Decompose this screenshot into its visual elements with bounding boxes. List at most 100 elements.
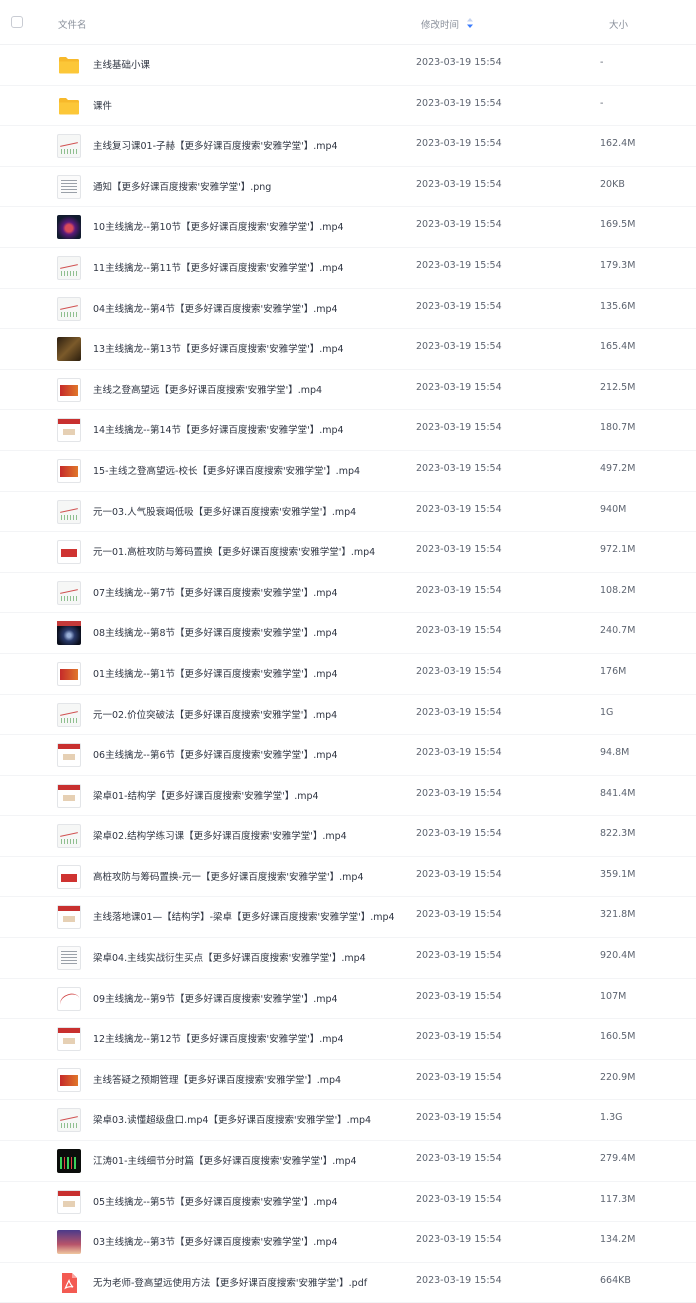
file-size: 212.5M xyxy=(600,381,636,393)
file-size: 940M xyxy=(600,503,627,515)
file-row[interactable]: 15-主线之登高望远-校长【更多好课百度搜索'安雅学堂'】.mp4 2023-03… xyxy=(0,451,696,492)
file-name[interactable]: 10主线擒龙--第10节【更多好课百度搜索'安雅学堂'】.mp4 xyxy=(93,219,344,233)
file-row[interactable]: 主线答疑之预期管理【更多好课百度搜索'安雅学堂'】.mp4 2023-03-19 … xyxy=(0,1060,696,1101)
file-modified-time: 2023-03-19 15:54 xyxy=(416,706,502,718)
file-name[interactable]: 主线之登高望远【更多好课百度搜索'安雅学堂'】.mp4 xyxy=(93,382,322,396)
video-thumbnail-icon xyxy=(57,458,81,483)
file-modified-time: 2023-03-19 15:54 xyxy=(416,57,502,68)
file-size: 162.4M xyxy=(600,138,636,150)
file-row[interactable]: 主线复习课01-子赫【更多好课百度搜索'安雅学堂'】.mp4 2023-03-19… xyxy=(0,126,696,167)
file-size: 180.7M xyxy=(600,422,636,434)
file-size: 664KB xyxy=(600,1274,631,1286)
file-row[interactable]: 通知【更多好课百度搜索'安雅学堂'】.png 2023-03-19 15:54 20… xyxy=(0,167,696,208)
file-row[interactable]: 11主线擒龙--第11节【更多好课百度搜索'安雅学堂'】.mp4 2023-03-… xyxy=(0,248,696,289)
video-thumbnail-icon xyxy=(57,1230,81,1255)
file-name[interactable]: 12主线擒龙--第12节【更多好课百度搜索'安雅学堂'】.mp4 xyxy=(93,1031,344,1045)
file-row[interactable]: 江涛01-主线细节分时篇【更多好课百度搜索'安雅学堂'】.mp4 2023-03-… xyxy=(0,1141,696,1182)
file-row[interactable]: 主线落地课01—【结构学】-梁卓【更多好课百度搜索'安雅学堂'】.mp4 2023… xyxy=(0,897,696,939)
file-list: 主线基础小课 2023-03-19 15:54 - 课件 2023-03-19 15:5… xyxy=(0,45,696,1303)
column-header-modified-time[interactable]: 修改时间 xyxy=(421,17,459,31)
file-name[interactable]: 04主线擒龙--第4节【更多好课百度搜索'安雅学堂'】.mp4 xyxy=(93,301,338,315)
file-name[interactable]: 梁卓04.主线实战衍生买点【更多好课百度搜索'安雅学堂'】.mp4 xyxy=(93,950,366,964)
file-name[interactable]: 主线答疑之预期管理【更多好课百度搜索'安雅学堂'】.mp4 xyxy=(93,1072,341,1086)
file-name[interactable]: 无为老师-登高望远使用方法【更多好课百度搜索'安雅学堂'】.pdf xyxy=(93,1275,367,1289)
file-name[interactable]: 梁卓02.结构学练习课【更多好课百度搜索'安雅学堂'】.mp4 xyxy=(93,828,347,842)
file-name[interactable]: 11主线擒龙--第11节【更多好课百度搜索'安雅学堂'】.mp4 xyxy=(93,260,344,274)
file-row[interactable]: 梁卓03.读懂超级盘口.mp4【更多好课百度搜索'安雅学堂'】.mp4 2023-… xyxy=(0,1100,696,1142)
file-name[interactable]: 课件 xyxy=(93,98,112,112)
file-modified-time: 2023-03-19 15:54 xyxy=(416,665,502,677)
file-name[interactable]: 主线基础小课 xyxy=(93,57,150,71)
file-row[interactable]: 03主线擒龙--第3节【更多好课百度搜索'安雅学堂'】.mp4 2023-03-1… xyxy=(0,1222,696,1263)
file-row[interactable]: 06主线擒龙--第6节【更多好课百度搜索'安雅学堂'】.mp4 2023-03-1… xyxy=(0,735,696,776)
file-row[interactable]: 05主线擒龙--第5节【更多好课百度搜索'安雅学堂'】.mp4 2023-03-1… xyxy=(0,1182,696,1223)
file-name[interactable]: 01主线擒龙--第1节【更多好课百度搜索'安雅学堂'】.mp4 xyxy=(93,666,338,680)
file-size: 1.3G xyxy=(600,1112,623,1124)
file-row[interactable]: 主线基础小课 2023-03-19 15:54 - xyxy=(0,45,696,86)
select-all-checkbox[interactable] xyxy=(11,16,23,28)
video-thumbnail-icon xyxy=(57,377,81,402)
video-thumbnail-icon xyxy=(57,1108,81,1133)
column-header-size[interactable]: 大小 xyxy=(609,17,628,31)
file-row[interactable]: 课件 2023-03-19 15:54 - xyxy=(0,86,696,127)
file-name[interactable]: 江涛01-主线细节分时篇【更多好课百度搜索'安雅学堂'】.mp4 xyxy=(93,1153,357,1167)
file-row[interactable]: 高桩攻防与筹码置换-元一【更多好课百度搜索'安雅学堂'】.mp4 2023-03-… xyxy=(0,857,696,898)
file-name[interactable]: 08主线擒龙--第8节【更多好课百度搜索'安雅学堂'】.mp4 xyxy=(93,625,338,639)
file-name[interactable]: 梁卓03.读懂超级盘口.mp4【更多好课百度搜索'安雅学堂'】.mp4 xyxy=(93,1112,371,1126)
file-name[interactable]: 06主线擒龙--第6节【更多好课百度搜索'安雅学堂'】.mp4 xyxy=(93,747,338,761)
file-modified-time: 2023-03-19 15:54 xyxy=(416,787,502,799)
file-name[interactable]: 03主线擒龙--第3节【更多好课百度搜索'安雅学堂'】.mp4 xyxy=(93,1234,338,1248)
file-row[interactable]: 主线之登高望远【更多好课百度搜索'安雅学堂'】.mp4 2023-03-19 15… xyxy=(0,370,696,411)
file-row[interactable]: 13主线擒龙--第13节【更多好课百度搜索'安雅学堂'】.mp4 2023-03-… xyxy=(0,329,696,370)
file-modified-time: 2023-03-19 15:54 xyxy=(416,97,502,109)
file-row[interactable]: 元一03.人气股衰竭低吸【更多好课百度搜索'安雅学堂'】.mp4 2023-03-… xyxy=(0,492,696,533)
video-thumbnail-icon xyxy=(57,1189,81,1214)
file-row[interactable]: 09主线擒龙--第9节【更多好课百度搜索'安雅学堂'】.mp4 2023-03-1… xyxy=(0,979,696,1020)
file-size: 117.3M xyxy=(600,1193,636,1205)
file-row[interactable]: 无为老师-登高望远使用方法【更多好课百度搜索'安雅学堂'】.pdf 2023-03… xyxy=(0,1263,696,1303)
file-name[interactable]: 元一03.人气股衰竭低吸【更多好课百度搜索'安雅学堂'】.mp4 xyxy=(93,504,356,518)
video-thumbnail-icon xyxy=(57,661,81,686)
file-name[interactable]: 主线复习课01-子赫【更多好课百度搜索'安雅学堂'】.mp4 xyxy=(93,138,338,152)
folder-icon xyxy=(57,53,81,77)
file-size: 972.1M xyxy=(600,544,636,556)
file-row[interactable]: 元一02.价位突破法【更多好课百度搜索'安雅学堂'】.mp4 2023-03-19… xyxy=(0,695,696,736)
file-row[interactable]: 04主线擒龙--第4节【更多好课百度搜索'安雅学堂'】.mp4 2023-03-1… xyxy=(0,289,696,330)
file-row[interactable]: 10主线擒龙--第10节【更多好课百度搜索'安雅学堂'】.mp4 2023-03-… xyxy=(0,207,696,248)
file-modified-time: 2023-03-19 15:54 xyxy=(416,341,502,353)
file-row[interactable]: 12主线擒龙--第12节【更多好课百度搜索'安雅学堂'】.mp4 2023-03-… xyxy=(0,1019,696,1060)
file-row[interactable]: 08主线擒龙--第8节【更多好课百度搜索'安雅学堂'】.mp4 2023-03-1… xyxy=(0,613,696,654)
file-row[interactable]: 07主线擒龙--第7节【更多好课百度搜索'安雅学堂'】.mp4 2023-03-1… xyxy=(0,573,696,614)
file-modified-time: 2023-03-19 15:54 xyxy=(416,422,502,434)
file-size: 169.5M xyxy=(600,219,636,231)
file-row[interactable]: 01主线擒龙--第1节【更多好课百度搜索'安雅学堂'】.mp4 2023-03-1… xyxy=(0,654,696,695)
file-name[interactable]: 元一01.高桩攻防与筹码置换【更多好课百度搜索'安雅学堂'】.mp4 xyxy=(93,544,375,558)
file-size: - xyxy=(600,57,604,68)
file-name[interactable]: 05主线擒龙--第5节【更多好课百度搜索'安雅学堂'】.mp4 xyxy=(93,1194,338,1208)
file-name[interactable]: 通知【更多好课百度搜索'安雅学堂'】.png xyxy=(93,179,271,193)
file-size: 920.4M xyxy=(600,950,636,962)
file-name[interactable]: 15-主线之登高望远-校长【更多好课百度搜索'安雅学堂'】.mp4 xyxy=(93,463,360,477)
file-size: 1G xyxy=(600,706,614,718)
file-row[interactable]: 梁卓01-结构学【更多好课百度搜索'安雅学堂'】.mp4 2023-03-19 1… xyxy=(0,776,696,817)
file-row[interactable]: 梁卓04.主线实战衍生买点【更多好课百度搜索'安雅学堂'】.mp4 2023-03… xyxy=(0,938,696,979)
file-name[interactable]: 主线落地课01—【结构学】-梁卓【更多好课百度搜索'安雅学堂'】.mp4 xyxy=(93,909,395,923)
file-name[interactable]: 09主线擒龙--第9节【更多好课百度搜索'安雅学堂'】.mp4 xyxy=(93,991,338,1005)
file-row[interactable]: 梁卓02.结构学练习课【更多好课百度搜索'安雅学堂'】.mp4 2023-03-1… xyxy=(0,816,696,857)
sort-descending-icon[interactable] xyxy=(466,18,474,28)
file-name[interactable]: 高桩攻防与筹码置换-元一【更多好课百度搜索'安雅学堂'】.mp4 xyxy=(93,869,364,883)
file-row[interactable]: 14主线擒龙--第14节【更多好课百度搜索'安雅学堂'】.mp4 2023-03-… xyxy=(0,410,696,451)
column-header-name[interactable]: 文件名 xyxy=(58,17,87,31)
file-row[interactable]: 元一01.高桩攻防与筹码置换【更多好课百度搜索'安雅学堂'】.mp4 2023-0… xyxy=(0,532,696,573)
file-name[interactable]: 13主线擒龙--第13节【更多好课百度搜索'安雅学堂'】.mp4 xyxy=(93,341,344,355)
file-modified-time: 2023-03-19 15:54 xyxy=(416,381,502,393)
video-thumbnail-icon xyxy=(57,621,81,646)
file-size: 160.5M xyxy=(600,1031,636,1043)
file-size: 165.4M xyxy=(600,341,636,353)
file-name[interactable]: 14主线擒龙--第14节【更多好课百度搜索'安雅学堂'】.mp4 xyxy=(93,422,344,436)
file-name[interactable]: 07主线擒龙--第7节【更多好课百度搜索'安雅学堂'】.mp4 xyxy=(93,585,338,599)
file-modified-time: 2023-03-19 15:54 xyxy=(416,259,502,271)
file-size: 841.4M xyxy=(600,787,636,799)
file-name[interactable]: 元一02.价位突破法【更多好课百度搜索'安雅学堂'】.mp4 xyxy=(93,707,337,721)
file-name[interactable]: 梁卓01-结构学【更多好课百度搜索'安雅学堂'】.mp4 xyxy=(93,788,319,802)
